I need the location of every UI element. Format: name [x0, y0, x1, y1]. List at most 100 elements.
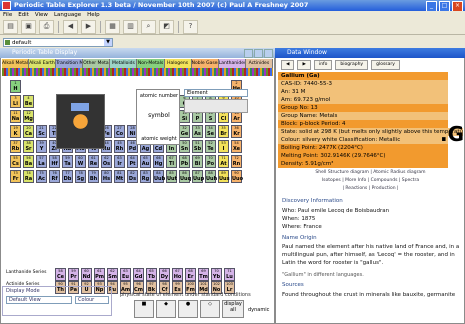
element-cell[interactable]: 84 Uub	[153, 170, 165, 183]
lanthanide-cell[interactable]: 65 Tb	[146, 268, 157, 281]
lanthanide-cell[interactable]: 69 Tm	[198, 268, 209, 281]
liquid-state-icon[interactable]: ◆	[156, 300, 176, 318]
element-cell[interactable]: 60 W	[75, 155, 86, 168]
table-selector-dropdown[interactable]: default ▼	[3, 38, 113, 47]
element-cell[interactable]: 63 Ir	[114, 155, 125, 168]
legend-nonmetals[interactable]: Non-Metals	[137, 59, 165, 68]
menu-edit[interactable]: Edit	[18, 11, 29, 20]
lanthanide-cell[interactable]: 60 Nd	[81, 268, 92, 281]
lanthanide-cell[interactable]: 68 Er	[185, 268, 196, 281]
element-cell[interactable]: 74 Ra	[23, 170, 34, 183]
element-cell[interactable]: 27 Co	[114, 125, 125, 138]
lanthanide-cell[interactable]: 70 Yb	[211, 268, 222, 281]
element-cell[interactable]: 83 Rg	[140, 170, 151, 183]
element-cell[interactable]: 52 Te	[205, 140, 216, 153]
help-icon[interactable]: ?	[183, 20, 198, 34]
element-cell[interactable]: 72 Rn	[231, 155, 242, 168]
tab-glossary[interactable]: glossary	[371, 59, 400, 70]
element-cell[interactable]: 80 Hs	[101, 170, 112, 183]
display-mode-dropdown[interactable]: Default View	[6, 296, 72, 304]
forward-button[interactable]: ▶	[297, 59, 311, 70]
lanthanide-cell[interactable]: 61 Pm	[94, 268, 105, 281]
element-cell[interactable]: 39 Y	[36, 140, 47, 153]
element-cell[interactable]: 67 Tl	[166, 155, 177, 168]
element-cell[interactable]: 90 Uuo	[231, 170, 243, 183]
menu-help[interactable]: Help	[87, 11, 100, 20]
element-cell[interactable]: 59 Ta	[62, 155, 73, 168]
element-cell[interactable]: 38 Sr	[23, 140, 34, 153]
table-icon[interactable]: ▦	[105, 20, 120, 34]
menu-view[interactable]: View	[35, 11, 48, 20]
element-cell[interactable]: 11 Na	[10, 110, 21, 123]
menu-language[interactable]: Language	[54, 11, 81, 20]
tab-info[interactable]: info	[313, 59, 333, 70]
chart-icon[interactable]: ▥	[123, 20, 138, 34]
element-cell[interactable]: 64 Pt	[127, 155, 138, 168]
element-cell[interactable]: 21 Sc	[36, 125, 47, 138]
element-cell[interactable]: 61 Re	[88, 155, 99, 168]
lanthanide-cell[interactable]: 63 Eu	[120, 268, 131, 281]
panel-minimize-button[interactable]	[244, 49, 253, 58]
lanthanide-cell[interactable]: 67 Ho	[172, 268, 183, 281]
element-cell[interactable]: 78 Sg	[75, 170, 86, 183]
element-cell[interactable]: 56 Ba	[23, 155, 34, 168]
element-cell[interactable]: 57 La	[36, 155, 47, 168]
lanthanide-cell[interactable]: 71 Lu	[224, 268, 235, 281]
element-cell[interactable]: 82 Ds	[127, 170, 138, 183]
print-icon[interactable]: ⎙	[39, 20, 54, 34]
element-cell[interactable]: 55 Cs	[10, 155, 21, 168]
element-cell[interactable]: 88 Uuh	[205, 170, 217, 183]
links-row-2[interactable]: Isotopes | More Info | Compounds | Spect…	[278, 178, 463, 183]
search-icon[interactable]: ⌕	[141, 20, 156, 34]
lanthanide-cell[interactable]: 66 Dy	[159, 268, 170, 281]
element-cell[interactable]: 75 Ac	[36, 170, 47, 183]
element-cell[interactable]: 76 Rf	[49, 170, 60, 183]
lanthanide-cell[interactable]: 64 Gd	[133, 268, 144, 281]
legend-lanthanides[interactable]: Lanthanides	[218, 59, 246, 68]
element-cell[interactable]: 33 As	[192, 125, 203, 138]
element-cell[interactable]: 71 At	[218, 155, 229, 168]
forward-icon[interactable]: ▶	[81, 20, 96, 34]
element-cell[interactable]: 68 Pb	[179, 155, 190, 168]
colour-dropdown[interactable]: Colour	[75, 296, 109, 304]
legend-alkali-earth[interactable]: Alkali Earth Metals	[29, 59, 57, 68]
lanthanide-cell[interactable]: 58 Ce	[55, 268, 66, 281]
element-cell[interactable]: 12 Mg	[23, 110, 34, 123]
element-cell[interactable]: 53 I	[218, 140, 229, 153]
legend-alkali-metals[interactable]: Alkali Metals	[2, 59, 30, 68]
element-cell[interactable]: 58 Hf	[49, 155, 60, 168]
synthetic-icon[interactable]: ◇	[200, 300, 220, 318]
element-cell[interactable]: 73 Fr	[10, 170, 21, 183]
element-cell[interactable]: 54 Xe	[231, 140, 242, 153]
element-cell[interactable]: 69 Bi	[192, 155, 203, 168]
element-cell[interactable]: 86 Uuq	[179, 170, 191, 183]
element-cell[interactable]: 89 Uus	[218, 170, 230, 183]
element-cell[interactable]: 62 Os	[101, 155, 112, 168]
element-cell[interactable]: 3 Li	[10, 95, 21, 108]
element-cell[interactable]: 65 Au	[140, 155, 151, 168]
element-cell[interactable]: 20 Ca	[23, 125, 34, 138]
element-field[interactable]: Element	[184, 89, 248, 97]
panel-maximize-button[interactable]	[254, 49, 263, 58]
element-cell[interactable]: 77 Db	[62, 170, 73, 183]
display-all-button[interactable]: display all	[222, 300, 244, 318]
element-cell[interactable]: 36 Kr	[231, 125, 242, 138]
element-cell[interactable]: 66 Hg	[153, 155, 164, 168]
element-cell[interactable]: 87 Uup	[192, 170, 204, 183]
element-cell[interactable]: 4 Be	[23, 95, 34, 108]
legend-transition[interactable]: Transition Metals	[56, 59, 84, 68]
element-cell[interactable]: 37 Rb	[10, 140, 21, 153]
legend-halogens[interactable]: Halogens	[164, 59, 192, 68]
open-icon[interactable]: ▤	[3, 20, 18, 34]
menu-file[interactable]: File	[3, 11, 12, 20]
lanthanide-cell[interactable]: 59 Pr	[68, 268, 79, 281]
element-cell[interactable]: 34 Se	[205, 125, 216, 138]
element-cell[interactable]: 1H	[10, 80, 21, 93]
element-cell[interactable]: 85 Uut	[166, 170, 177, 183]
lanthanide-cell[interactable]: 62 Sm	[107, 268, 118, 281]
element-cell[interactable]: 35 Br	[218, 125, 229, 138]
element-cell[interactable]: 19 K	[10, 125, 21, 138]
gas-state-icon[interactable]: ●	[178, 300, 198, 318]
back-button[interactable]: ◀	[281, 59, 295, 70]
legend-other-metals[interactable]: Other Metals	[83, 59, 111, 68]
